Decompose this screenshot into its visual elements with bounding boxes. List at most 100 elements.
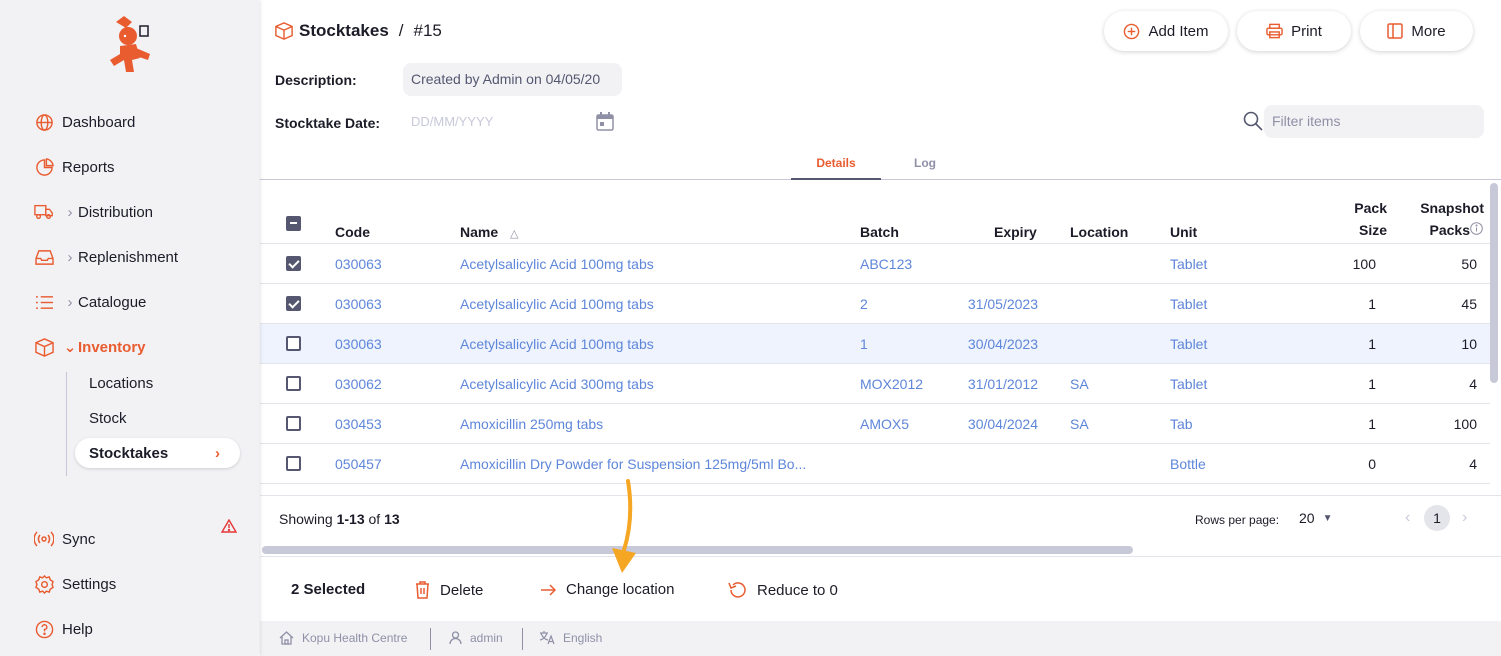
cell-batch: MOX2012 [860,376,924,392]
table-row[interactable]: 030062 Acetylsalicylic Acid 300mg tabs MOX… [260,364,1490,404]
row-checkbox[interactable] [286,456,301,471]
status-bar: Kopu Health Centre admin English [260,621,1501,656]
cell-snapshot: 4 [1469,456,1477,472]
stocktake-date-input[interactable]: DD/MM/YYYY [403,108,618,136]
page-title: #15 [413,21,442,40]
user-indicator[interactable]: admin [449,631,503,645]
sidebar-item-label: Help [62,620,93,638]
sidebar-item-reports[interactable]: Reports [34,152,115,182]
add-item-button[interactable]: Add Item [1104,11,1228,51]
column-header-snapshot-line2: Packs [1429,222,1470,238]
vertical-scrollbar[interactable] [1490,183,1498,383]
user-name: admin [470,631,503,645]
cell-name: Amoxicillin Dry Powder for Suspension 12… [460,456,807,472]
change-location-button[interactable]: Change location [540,581,674,598]
help-icon [34,619,54,639]
globe-icon [34,112,54,132]
sidebar-item-label: Reports [62,158,115,176]
cell-snapshot: 4 [1469,376,1477,392]
tab-log[interactable]: Log [880,156,970,180]
delete-button[interactable]: Delete [415,581,483,599]
row-checkbox[interactable] [286,256,301,271]
cell-code: 030062 [335,376,382,392]
calendar-icon[interactable] [596,112,614,134]
cell-location: SA [1070,376,1089,392]
sidebar-item-help[interactable]: Help [34,614,93,644]
reduce-to-zero-button[interactable]: Reduce to 0 [728,581,838,599]
annotation-arrow [612,479,636,573]
cell-pack-size: 1 [1368,416,1376,432]
cell-snapshot: 100 [1453,416,1477,432]
horizontal-scrollbar[interactable] [262,546,1133,554]
cell-unit: Bottle [1170,456,1206,472]
app-logo [110,16,150,72]
warning-icon [220,518,238,536]
row-checkbox[interactable] [286,296,301,311]
sidebar-item-sync[interactable]: Sync [34,524,95,554]
breadcrumb-root[interactable]: Stocktakes [299,21,389,41]
chevron-left-icon[interactable]: ‹ [1405,509,1410,527]
column-header-code[interactable]: Code [335,224,370,240]
more-button[interactable]: More [1360,11,1473,51]
table-row[interactable]: 050457 Amoxicillin Dry Powder for Suspens… [260,444,1490,484]
column-header-pack-size[interactable]: Pack Size [1354,200,1387,238]
sidebar-item-settings[interactable]: Settings [34,569,116,599]
row-checkbox[interactable] [286,376,301,391]
sidebar-item-inventory[interactable]: ⌄ Inventory [34,332,146,362]
sidebar-subitem-stocktakes[interactable]: Stocktakes › [75,438,240,468]
print-button[interactable]: Print [1237,11,1351,51]
cell-name: Acetylsalicylic Acid 100mg tabs [460,296,654,312]
page-1-button[interactable]: 1 [1424,505,1450,531]
sidebar-item-distribution[interactable]: › Distribution [34,197,153,227]
sidebar-item-label: Catalogue [78,293,147,311]
cell-snapshot: 10 [1461,336,1477,352]
status-divider [522,628,523,650]
column-header-pack-size-line2: Size [1358,222,1387,238]
cell-code: 030063 [335,256,382,272]
cell-expiry: 31/05/2023 [967,296,1038,312]
tab-details[interactable]: Details [791,156,881,180]
sidebar-subitem-stock[interactable]: Stock [89,406,127,430]
cell-snapshot: 50 [1461,256,1477,272]
cell-name: Amoxicillin 250mg tabs [460,416,604,432]
sidebar-item-replenishment[interactable]: › Replenishment [34,242,178,272]
rotate-ccw-icon [728,581,747,599]
column-header-name[interactable]: Name △ [460,224,519,240]
cell-pack-size: 1 [1368,296,1376,312]
cell-batch: 1 [860,336,868,352]
table-row[interactable]: 030063 Acetylsalicylic Acid 100mg tabs ABC… [260,244,1490,284]
chevron-right-icon[interactable]: › [1462,509,1467,527]
row-checkbox[interactable] [286,416,301,431]
tab-bar: Details Log [260,150,1501,180]
sidebar-subitem-label: Locations [89,374,154,392]
chevron-down-icon: ⌄ [63,339,77,356]
table-row[interactable]: 030453 Amoxicillin 250mg tabs AMOX5 30/04/2… [260,404,1490,444]
sidebar-item-dashboard[interactable]: Dashboard [34,107,135,137]
gear-icon [34,574,54,594]
rows-per-page-select[interactable]: 20 ▼ [1299,510,1332,526]
table-row[interactable]: 030063 Acetylsalicylic Acid 100mg tabs 1 30… [260,324,1490,364]
filter-items-input[interactable]: Filter items [1264,105,1484,138]
showing-total: 13 [384,511,400,527]
row-checkbox[interactable] [286,336,301,351]
language-indicator[interactable]: English [539,631,602,645]
select-all-checkbox[interactable] [286,216,301,231]
sidebar-subitem-label: Stocktakes [89,444,169,462]
rows-per-page-label: Rows per page: [1195,513,1280,527]
cell-code: 030453 [335,416,382,432]
plus-circle-icon [1123,23,1140,40]
store-indicator[interactable]: Kopu Health Centre [279,631,407,645]
column-header-batch[interactable]: Batch [860,224,899,240]
description-field[interactable]: Created by Admin on 04/05/20 [403,63,622,96]
sidebar-item-catalogue[interactable]: › Catalogue [34,287,146,317]
sidebar-subitem-locations[interactable]: Locations [89,371,153,395]
box-icon [34,337,54,357]
column-header-unit[interactable]: Unit [1170,224,1197,240]
sidebar-item-label: Sync [62,530,96,548]
column-header-location[interactable]: Location [1070,224,1128,240]
table-row[interactable]: 030063 Acetylsalicylic Acid 100mg tabs 2 31… [260,284,1490,324]
selected-count: 2 Selected [291,581,366,598]
cell-pack-size: 1 [1368,336,1376,352]
column-header-expiry[interactable]: Expiry [994,224,1037,240]
cell-pack-size: 1 [1368,376,1376,392]
